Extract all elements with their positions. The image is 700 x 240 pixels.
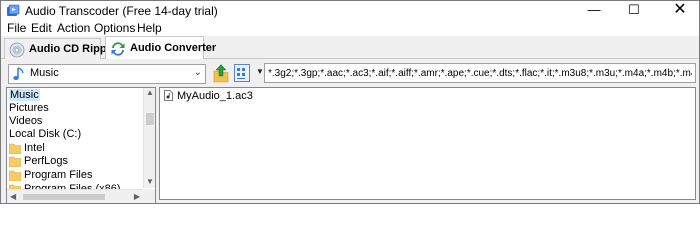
scroll-thumb[interactable] xyxy=(23,194,105,200)
menu-action[interactable]: Action xyxy=(57,21,90,35)
tree-item-local-disk[interactable]: Local Disk (C:) xyxy=(9,128,81,141)
folder-dropdown-value: Music xyxy=(30,67,59,79)
tree-item-label: Program Files xyxy=(24,169,93,181)
music-note-icon xyxy=(13,67,24,80)
tree-item-label: PerfLogs xyxy=(24,155,69,167)
close-button[interactable]: ✕ xyxy=(665,1,695,21)
toolbar: Music ⌄ ▼ xyxy=(1,59,699,87)
title-bar[interactable]: Audio Transcoder (Free 14-day trial) — ☐… xyxy=(1,1,699,21)
maximize-button[interactable]: ☐ xyxy=(619,1,649,21)
scroll-thumb[interactable] xyxy=(146,113,154,125)
file-list[interactable]: MyAudio_1.ac3 xyxy=(159,87,696,200)
chevron-down-icon: ⌄ xyxy=(193,67,202,78)
folder-icon xyxy=(9,143,21,154)
tree-item-label: Music xyxy=(9,89,40,101)
scroll-corner xyxy=(143,189,155,203)
tab-strip: Audio CD Ripper Audio Converter xyxy=(1,36,699,60)
menu-help[interactable]: Help xyxy=(137,21,162,35)
converter-arrows-icon xyxy=(111,42,125,56)
tree-item-label: Intel xyxy=(24,142,45,154)
app-window: Audio Transcoder (Free 14-day trial) — ☐… xyxy=(0,0,700,204)
folder-dropdown[interactable]: Music ⌄ xyxy=(8,64,206,84)
tree-item-label: Local Disk (C:) xyxy=(9,128,82,140)
menu-bar: File Edit Action Options Help xyxy=(1,20,699,36)
tree-item-music[interactable]: Music xyxy=(9,89,40,102)
view-mode-button[interactable] xyxy=(234,64,250,82)
scroll-down-icon[interactable]: ▼ xyxy=(146,177,154,186)
tree-item-pictures[interactable]: Pictures xyxy=(9,102,49,115)
folder-icon xyxy=(9,156,21,167)
menu-edit[interactable]: Edit xyxy=(31,21,52,35)
scroll-right-icon[interactable]: ▶ xyxy=(134,192,140,201)
menu-options[interactable]: Options xyxy=(94,21,135,35)
minimize-button[interactable]: — xyxy=(579,1,609,21)
scroll-left-icon[interactable]: ◀ xyxy=(10,192,16,201)
tree-vertical-scrollbar[interactable]: ▲ ▼ xyxy=(143,88,155,188)
file-name: MyAudio_1.ac3 xyxy=(177,90,253,102)
menu-file[interactable]: File xyxy=(7,21,26,35)
tree-item-label: Videos xyxy=(9,115,43,127)
view-mode-dropdown-arrow[interactable]: ▼ xyxy=(256,67,264,76)
tab-audio-cd-ripper[interactable]: Audio CD Ripper xyxy=(4,38,117,59)
tab-label: Audio CD Ripper xyxy=(29,43,117,55)
up-folder-button[interactable] xyxy=(211,63,231,85)
app-logo-icon xyxy=(7,4,20,16)
tab-audio-converter[interactable]: Audio Converter xyxy=(105,36,216,60)
window-title: Audio Transcoder (Free 14-day trial) xyxy=(25,4,218,18)
folder-icon xyxy=(9,170,21,181)
file-filter-input[interactable] xyxy=(264,63,696,83)
tree-item-label: Pictures xyxy=(9,102,49,114)
tree-item-videos[interactable]: Videos xyxy=(9,115,42,128)
grid-view-icon xyxy=(237,68,245,79)
cd-disc-icon xyxy=(9,42,25,58)
tree-horizontal-scrollbar[interactable]: ◀ ▶ xyxy=(7,189,143,203)
folder-tree[interactable]: Music Pictures Videos Local Disk (C:) In… xyxy=(6,87,156,203)
audio-file-icon xyxy=(164,90,173,101)
tab-label: Audio Converter xyxy=(130,42,217,54)
scroll-up-icon[interactable]: ▲ xyxy=(146,88,154,97)
